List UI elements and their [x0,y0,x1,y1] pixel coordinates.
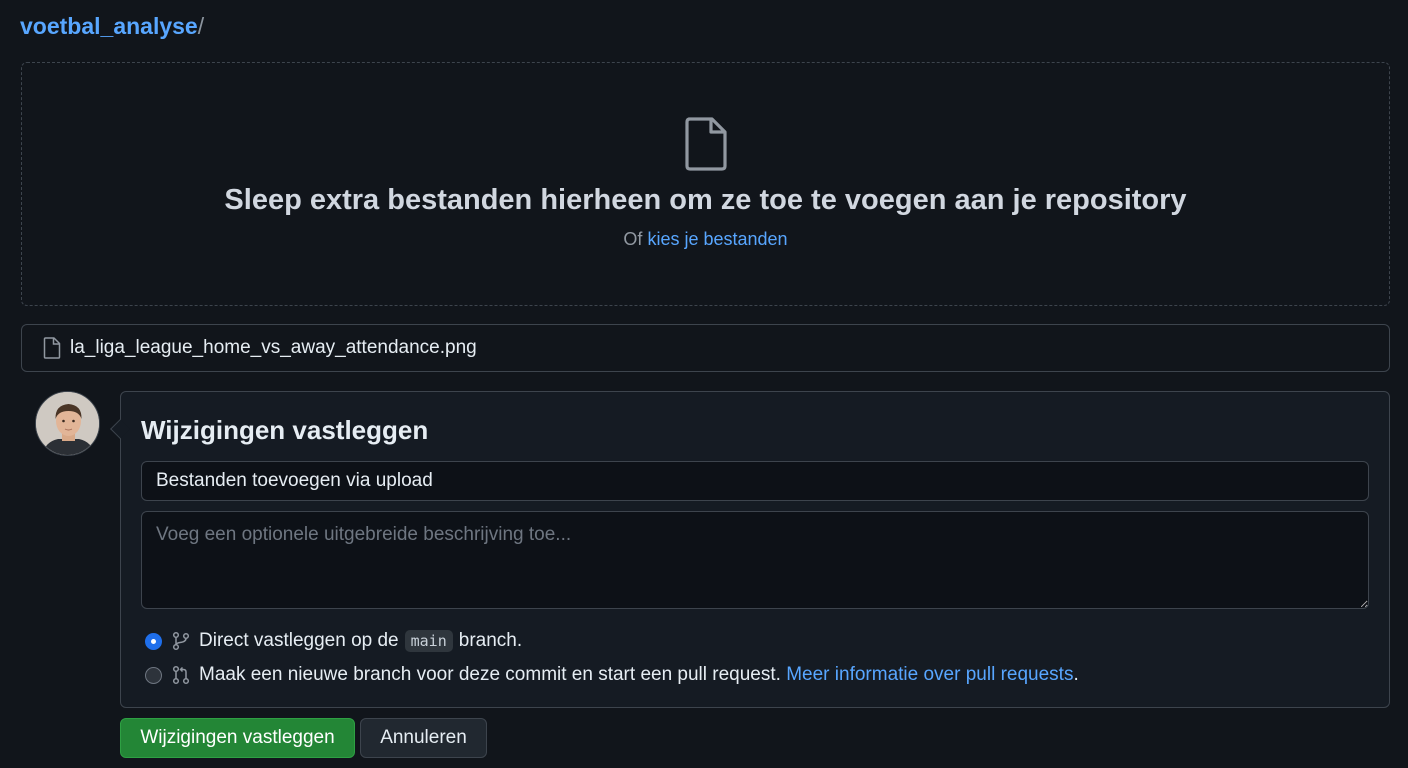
commit-changes-button[interactable]: Wijzigingen vastleggen [120,718,355,758]
option-direct-commit[interactable]: Direct vastleggen op de main branch. [145,627,522,655]
pull-request-info-link[interactable]: Meer informatie over pull requests [786,664,1073,686]
cancel-button[interactable]: Annuleren [360,718,487,758]
user-avatar[interactable] [35,391,100,456]
breadcrumb-separator: / [197,13,205,39]
file-dropzone[interactable]: Sleep extra bestanden hierheen om ze toe… [21,62,1390,306]
new-branch-label: Maak een nieuwe branch voor deze commit … [199,664,781,685]
file-icon [43,337,61,359]
radio-new-branch[interactable] [145,666,162,684]
direct-label-before: Direct vastleggen op de [199,630,399,651]
git-branch-icon [172,631,190,651]
commit-description-input[interactable] [141,511,1369,609]
commit-form: Wijzigingen vastleggen Direct vastleggen… [110,391,1390,708]
breadcrumb: voetbal_analyse/ [20,11,204,41]
speech-pointer [110,419,130,439]
direct-label-after: branch. [458,630,523,651]
dropzone-prefix: Of [623,229,643,249]
option-new-branch[interactable]: Maak een nieuwe branch voor deze commit … [145,661,1079,689]
file-icon [684,117,728,176]
commit-summary-input[interactable] [141,461,1369,501]
new-branch-label-end: . [1073,664,1079,685]
uploaded-file-name: la_liga_league_home_vs_away_attendance.p… [70,337,477,358]
dropzone-subtitle: Of kies je bestanden [22,227,1389,251]
radio-direct-commit[interactable] [145,632,162,650]
git-pull-request-icon [172,665,190,685]
dropzone-title: Sleep extra bestanden hierheen om ze toe… [224,184,1187,216]
choose-files-link[interactable]: kies je bestanden [647,229,787,249]
branch-name-badge: main [404,630,453,652]
uploaded-file-row: la_liga_league_home_vs_away_attendance.p… [21,324,1390,372]
repo-link[interactable]: voetbal_analyse [20,13,198,39]
commit-heading: Wijzigingen vastleggen [141,415,429,445]
